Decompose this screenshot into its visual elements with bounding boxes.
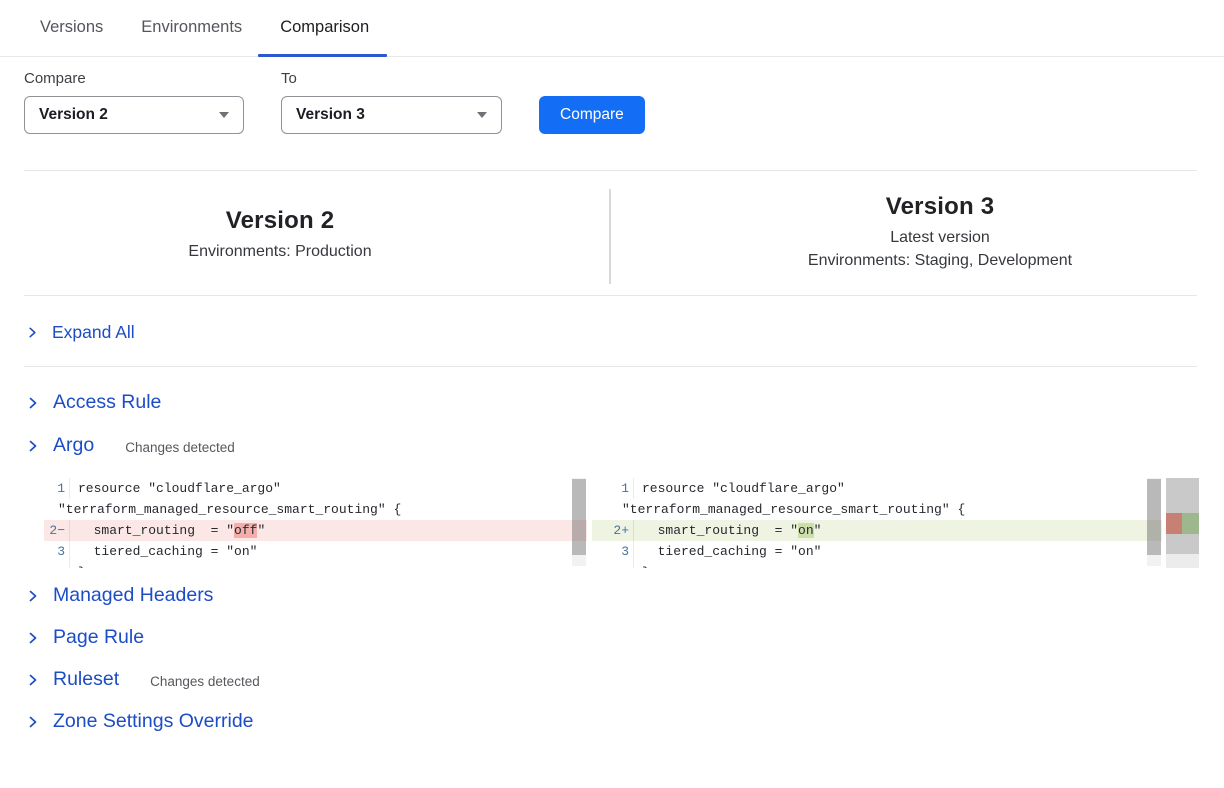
chevron-right-icon <box>26 396 40 410</box>
line-number: 3 <box>592 541 634 562</box>
expand-all-label: Expand All <box>52 322 135 343</box>
tab-comparison[interactable]: Comparison <box>280 18 369 57</box>
section-managed-headers-label: Managed Headers <box>53 584 213 607</box>
divider <box>24 366 1197 367</box>
chevron-right-icon <box>26 326 39 339</box>
diff-line: } <box>592 562 1162 568</box>
section-access-rule-label: Access Rule <box>53 391 161 414</box>
scrollbar-thumb[interactable] <box>572 479 586 555</box>
tabs-bar: Versions Environments Comparison <box>0 0 1224 57</box>
line-number: 3 <box>44 541 70 562</box>
minimap-removed-marker <box>1166 513 1182 534</box>
compare-button[interactable]: Compare <box>539 96 645 134</box>
to-label: To <box>281 70 297 87</box>
chevron-down-icon <box>477 112 487 118</box>
diff-line: 3 tiered_caching = "on" <box>44 541 587 562</box>
section-ruleset[interactable]: Ruleset Changes detected <box>26 668 260 691</box>
section-page-rule[interactable]: Page Rule <box>26 626 144 649</box>
diff-line: } <box>44 562 587 568</box>
tab-versions[interactable]: Versions <box>40 18 103 57</box>
line-number <box>592 562 634 568</box>
section-argo-label: Argo <box>53 434 94 457</box>
diff-minimap[interactable] <box>1166 478 1199 568</box>
to-version-select[interactable]: Version 3 <box>281 96 502 134</box>
to-version-value: Version 3 <box>296 106 365 124</box>
diff-line-wrap: "terraform_managed_resource_smart_routin… <box>44 499 587 520</box>
tab-environments[interactable]: Environments <box>141 18 242 57</box>
chevron-right-icon <box>26 439 40 453</box>
diff-panel-left: 1resource "cloudflare_argo" "terraform_m… <box>44 478 587 568</box>
added-word: on <box>798 523 814 538</box>
diff-line: 1resource "cloudflare_argo" <box>592 478 1162 499</box>
section-ruleset-label: Ruleset <box>53 668 119 691</box>
diff-panel-right: 1resource "cloudflare_argo" "terraform_m… <box>592 478 1162 568</box>
compare-version-select[interactable]: Version 2 <box>24 96 244 134</box>
section-zone-settings-override-label: Zone Settings Override <box>53 710 254 733</box>
divider <box>24 295 1197 296</box>
section-access-rule[interactable]: Access Rule <box>26 391 161 414</box>
compare-label: Compare <box>24 70 86 87</box>
section-argo[interactable]: Argo Changes detected <box>26 434 235 457</box>
removed-word: off <box>234 523 257 538</box>
line-number: 1 <box>592 478 634 499</box>
comparison-page: Versions Environments Comparison Compare… <box>0 0 1224 788</box>
chevron-right-icon <box>26 631 40 645</box>
diff-line: 3 tiered_caching = "on" <box>592 541 1162 562</box>
vertical-divider <box>609 189 611 284</box>
version-left-title: Version 2 <box>0 207 560 235</box>
chevron-right-icon <box>26 715 40 729</box>
line-number <box>44 562 70 568</box>
version-right-title: Version 3 <box>650 193 1224 221</box>
diff-line-removed: 2− smart_routing = "off" <box>44 520 587 541</box>
minimap-added-marker <box>1182 513 1199 534</box>
version-right-subtitle: Latest version <box>650 229 1224 247</box>
changes-detected-badge: Changes detected <box>125 437 235 455</box>
compare-version-value: Version 2 <box>39 106 108 124</box>
chevron-right-icon <box>26 673 40 687</box>
diff-line: 1resource "cloudflare_argo" <box>44 478 587 499</box>
diff-line-added: 2+ smart_routing = "on" <box>592 520 1162 541</box>
line-number: 1 <box>44 478 70 499</box>
divider <box>24 170 1197 171</box>
chevron-down-icon <box>219 112 229 118</box>
version-right-environments: Environments: Staging, Development <box>650 252 1224 270</box>
chevron-right-icon <box>26 589 40 603</box>
version-right-header: Version 3 Latest version Environments: S… <box>650 193 1224 270</box>
line-number: 2− <box>44 520 70 541</box>
line-number: 2+ <box>592 520 634 541</box>
changes-detected-badge: Changes detected <box>150 671 260 689</box>
diff-line-wrap: "terraform_managed_resource_smart_routin… <box>592 499 1162 520</box>
section-page-rule-label: Page Rule <box>53 626 144 649</box>
version-left-header: Version 2 Environments: Production <box>0 207 560 261</box>
expand-all-button[interactable]: Expand All <box>26 322 135 343</box>
section-zone-settings-override[interactable]: Zone Settings Override <box>26 710 254 733</box>
version-left-environments: Environments: Production <box>0 243 560 261</box>
section-managed-headers[interactable]: Managed Headers <box>26 584 213 607</box>
scrollbar-thumb[interactable] <box>1147 479 1161 555</box>
